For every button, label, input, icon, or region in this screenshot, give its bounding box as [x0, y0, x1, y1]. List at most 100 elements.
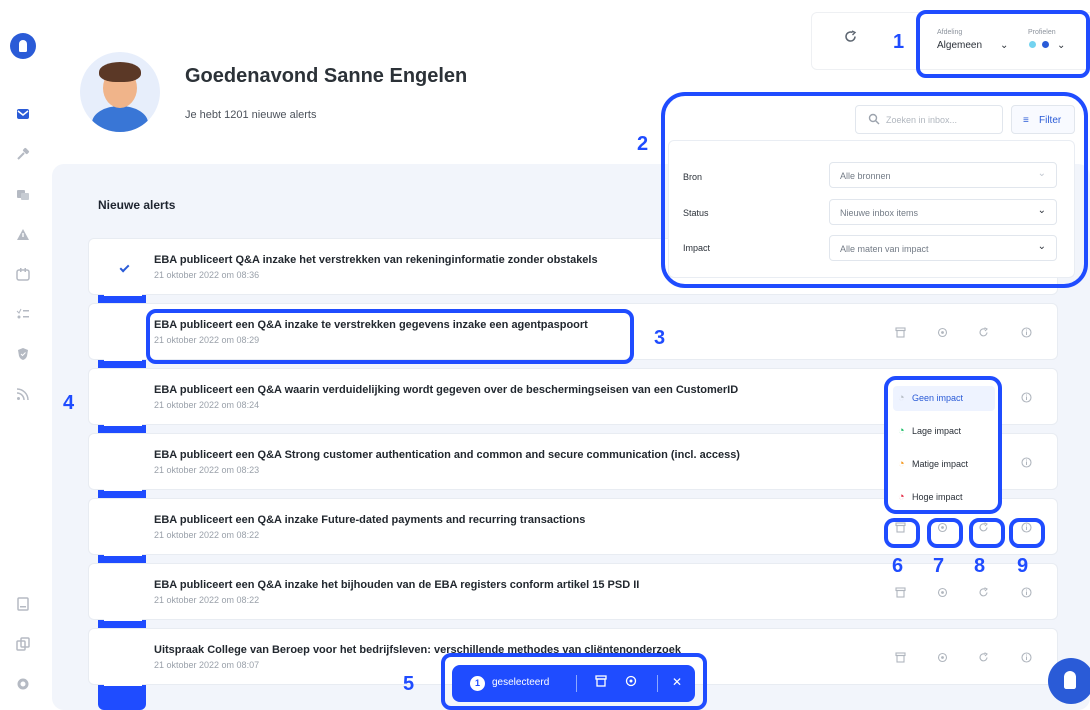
- alert-date: 21 oktober 2022 om 08:23: [154, 465, 260, 475]
- checklist-icon[interactable]: [12, 303, 34, 325]
- annotation-box-7: [927, 518, 963, 548]
- selected-label: geselecteerd: [492, 677, 550, 688]
- search-placeholder: Zoeken in inbox...: [886, 115, 958, 125]
- profile-dot-dark[interactable]: [1042, 41, 1049, 48]
- info-icon[interactable]: [1018, 324, 1034, 340]
- close-icon[interactable]: ✕: [672, 675, 682, 689]
- info-icon[interactable]: [1018, 389, 1034, 405]
- row-checkbox[interactable]: [117, 326, 129, 338]
- alert-date: 21 oktober 2022 om 08:22: [154, 530, 260, 540]
- refresh-icon[interactable]: [975, 649, 991, 665]
- annotation-box-9: [1009, 518, 1045, 548]
- profiles-chevron-icon[interactable]: ⌄: [1057, 40, 1065, 51]
- search-input[interactable]: Zoeken in inbox...: [855, 105, 1003, 134]
- inbox-icon[interactable]: [12, 103, 34, 125]
- info-icon[interactable]: [1018, 584, 1034, 600]
- row-checkbox[interactable]: [117, 456, 129, 468]
- hammer-icon[interactable]: [12, 143, 34, 165]
- impact-item-label: Matige impact: [912, 459, 969, 469]
- row-checkbox[interactable]: [117, 586, 129, 598]
- impact-item-none[interactable]: ◔ Geen impact: [898, 392, 993, 412]
- annotation-number-2: 2: [637, 133, 649, 155]
- page-greeting: Goedenavond Sanne Engelen: [185, 65, 468, 87]
- annotation-number-6: 6: [892, 555, 904, 577]
- row-checkbox[interactable]: [117, 651, 129, 663]
- row-checkbox[interactable]: [117, 391, 129, 403]
- department-chevron-icon[interactable]: ⌄: [1000, 40, 1008, 51]
- profiles-label: Profielen: [1028, 29, 1056, 36]
- impact-icon[interactable]: [934, 324, 950, 340]
- archive-icon[interactable]: [892, 324, 908, 340]
- annotation-box-6: [884, 518, 920, 548]
- brand-logo-icon[interactable]: [10, 33, 36, 59]
- info-icon[interactable]: [1018, 454, 1034, 470]
- archive-icon[interactable]: [595, 675, 607, 690]
- impact-none-icon: ◔: [898, 392, 905, 404]
- search-icon: [868, 113, 880, 128]
- shield-icon[interactable]: [12, 343, 34, 365]
- filter-button[interactable]: ≡ Filter: [1011, 105, 1075, 134]
- profile-dot-light[interactable]: [1029, 41, 1036, 48]
- folders-icon[interactable]: [12, 183, 34, 205]
- department-label: Afdeling: [937, 29, 963, 36]
- impact-item-label: Geen impact: [912, 393, 964, 403]
- impact-medium-icon: ◔: [898, 458, 905, 470]
- selected-count-badge: 1: [470, 676, 485, 691]
- refresh-icon[interactable]: [975, 584, 991, 600]
- divider: [657, 675, 658, 692]
- selection-action-bar: 1 geselecteerd ✕: [452, 665, 695, 702]
- alert-title[interactable]: EBA publiceert een Q&A waarin verduideli…: [154, 384, 738, 396]
- source-select[interactable]: Alle bronnen ⌄: [829, 162, 1057, 188]
- chat-launcher-icon[interactable]: [1048, 658, 1090, 704]
- alert-date: 21 oktober 2022 om 08:24: [154, 400, 260, 410]
- calendar-icon[interactable]: [12, 263, 34, 285]
- annotation-box-8: [969, 518, 1005, 548]
- warning-icon[interactable]: [12, 223, 34, 245]
- annotation-number-3: 3: [654, 327, 666, 349]
- alert-date: 21 oktober 2022 om 08:07: [154, 660, 260, 670]
- user-avatar: [80, 52, 160, 132]
- annotation-number-5: 5: [403, 673, 415, 695]
- annotation-number-8: 8: [974, 555, 986, 577]
- alert-title[interactable]: EBA publiceert een Q&A inzake Future-dat…: [154, 514, 585, 526]
- filter-panel: Bron Alle bronnen ⌄ Status Nieuwe inbox …: [668, 140, 1075, 278]
- archive-icon[interactable]: [892, 649, 908, 665]
- department-select[interactable]: Algemeen: [937, 40, 982, 51]
- impact-low-icon: ◔: [898, 425, 905, 437]
- rss-icon[interactable]: [12, 383, 34, 405]
- impact-label: Impact: [683, 243, 711, 253]
- alert-title[interactable]: EBA publiceert Q&A inzake het verstrekke…: [154, 254, 598, 266]
- refresh-icon[interactable]: [975, 324, 991, 340]
- row-checkbox[interactable]: [117, 521, 129, 533]
- source-select-value: Alle bronnen: [840, 171, 891, 181]
- archive-icon[interactable]: [892, 584, 908, 600]
- impact-item-label: Hoge impact: [912, 492, 963, 502]
- status-select[interactable]: Nieuwe inbox items ⌄: [829, 199, 1057, 225]
- impact-item-label: Lage impact: [912, 426, 962, 436]
- sidebar: [0, 0, 52, 710]
- alert-title[interactable]: EBA publiceert een Q&A Strong customer a…: [154, 449, 740, 461]
- settings-icon[interactable]: [12, 673, 34, 695]
- filter-icon: ≡: [1023, 115, 1029, 126]
- alerts-count-text: Je hebt 1201 nieuwe alerts: [185, 109, 317, 121]
- row-checkbox[interactable]: [117, 261, 129, 273]
- impact-menu: ◔ Geen impact ◔ Lage impact ◔ Matige impact…: [884, 376, 1002, 514]
- info-icon[interactable]: [1018, 649, 1034, 665]
- impact-icon[interactable]: [625, 675, 637, 690]
- impact-select[interactable]: Alle maten van impact ⌄: [829, 235, 1057, 261]
- alert-title[interactable]: EBA publiceert een Q&A inzake het bijhou…: [154, 579, 639, 591]
- alert-row[interactable]: EBA publiceert een Q&A inzake het bijhou…: [88, 563, 1058, 621]
- annotation-number-9: 9: [1017, 555, 1029, 577]
- refresh-icon[interactable]: [844, 30, 857, 48]
- impact-icon[interactable]: [934, 584, 950, 600]
- impact-item-medium[interactable]: ◔ Matige impact: [898, 458, 993, 478]
- avatar-hair-shape: [99, 62, 141, 82]
- alert-date: 21 oktober 2022 om 08:22: [154, 595, 260, 605]
- document-icon[interactable]: [12, 593, 34, 615]
- impact-select-value: Alle maten van impact: [840, 244, 929, 254]
- impact-icon[interactable]: [934, 649, 950, 665]
- impact-item-low[interactable]: ◔ Lage impact: [898, 425, 993, 445]
- impact-item-high[interactable]: ◔ Hoge impact: [898, 491, 993, 511]
- copy-icon[interactable]: [12, 633, 34, 655]
- chevron-down-icon: ⌄: [1037, 168, 1046, 179]
